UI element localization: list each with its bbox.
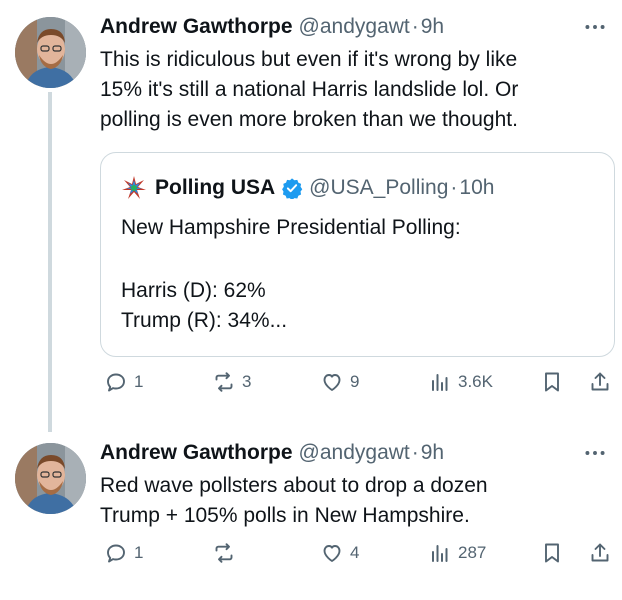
like-button[interactable]: 9 <box>320 370 359 394</box>
tweet-text: Red wave pollsters about to drop a dozen… <box>100 471 610 531</box>
separator-dot: · <box>411 441 419 464</box>
quoted-author-handle[interactable]: @USA_Polling <box>309 175 448 201</box>
tweet-2[interactable]: Andrew Gawthorpe @andygawt·9h Red wave po… <box>0 430 622 600</box>
views-count: 287 <box>458 543 487 562</box>
tweet-text-line: Trump + 105% polls in New Hampshire. <box>100 504 470 527</box>
author-name[interactable]: Andrew Gawthorpe <box>100 441 293 464</box>
author-name[interactable]: Andrew Gawthorpe <box>100 15 293 38</box>
polling-usa-logo-icon <box>122 176 146 199</box>
tweet-text-line: This is ridiculous but even if it's wron… <box>100 48 518 71</box>
bookmark-button[interactable] <box>540 541 564 565</box>
more-dots-icon <box>585 25 605 29</box>
tweet-header: Andrew Gawthorpe @andygawt·9h <box>100 440 574 466</box>
avatar-photo <box>15 17 86 88</box>
reply-button[interactable]: 1 <box>104 370 143 394</box>
views-count: 3.6K <box>458 372 493 391</box>
tweet-actions: 1 3 9 3.6K <box>100 370 615 402</box>
more-dots-icon <box>585 451 605 455</box>
reply-count: 1 <box>134 543 144 562</box>
share-icon <box>591 372 609 391</box>
quoted-author-name[interactable]: Polling USA <box>155 175 275 201</box>
views-button[interactable]: 3.6K <box>428 370 493 394</box>
share-button[interactable] <box>588 370 612 394</box>
views-button[interactable]: 287 <box>428 541 486 565</box>
more-options-button[interactable] <box>582 14 608 40</box>
author-handle[interactable]: @andygawt <box>299 15 410 38</box>
reply-bubble-icon <box>107 373 125 392</box>
avatar-photo <box>15 443 86 514</box>
heart-icon <box>323 374 341 391</box>
repost-button[interactable] <box>212 541 242 565</box>
repost-count: 3 <box>242 372 252 391</box>
quoted-timestamp[interactable]: 10h <box>459 175 494 201</box>
quoted-tweet-header: Polling USA @USA_Polling · 10h <box>121 175 494 201</box>
quoted-text-line: Harris (D): 62% <box>121 279 266 302</box>
tweet-actions: 1 4 287 <box>100 541 615 573</box>
tweet-1[interactable]: Andrew Gawthorpe @andygawt·9h This is rid… <box>0 0 622 430</box>
views-bars-icon <box>432 545 448 562</box>
tweet-header: Andrew Gawthorpe @andygawt·9h <box>100 14 574 40</box>
tweet-text: This is ridiculous but even if it's wron… <box>100 45 610 135</box>
reply-bubble-icon <box>107 544 125 563</box>
bookmark-icon <box>545 372 559 392</box>
repost-arrows-icon <box>215 543 233 563</box>
tweet-text-line: 15% it's still a national Harris landsli… <box>100 78 519 101</box>
more-options-button[interactable] <box>582 440 608 466</box>
reply-button[interactable]: 1 <box>104 541 143 565</box>
verified-badge-icon <box>282 178 303 199</box>
like-count: 9 <box>350 372 360 391</box>
quoted-tweet-text: New Hampshire Presidential Polling: Harr… <box>121 213 461 336</box>
bookmark-icon <box>545 543 559 563</box>
quoted-text-line: New Hampshire Presidential Polling: <box>121 216 461 239</box>
avatar[interactable] <box>15 17 86 88</box>
like-count: 4 <box>350 543 360 562</box>
heart-icon <box>323 545 341 562</box>
reply-count: 1 <box>134 372 144 391</box>
bookmark-button[interactable] <box>540 370 564 394</box>
quoted-tweet-card[interactable]: Polling USA @USA_Polling · 10h New Hampshi… <box>100 152 615 357</box>
share-icon <box>591 543 609 562</box>
share-button[interactable] <box>588 541 612 565</box>
repost-arrows-icon <box>215 372 233 392</box>
quoted-text-line <box>121 243 461 273</box>
author-handle[interactable]: @andygawt <box>299 441 410 464</box>
avatar[interactable] <box>15 443 86 514</box>
repost-button[interactable]: 3 <box>212 370 251 394</box>
separator-dot: · <box>450 176 458 199</box>
timestamp[interactable]: 9h <box>421 441 444 464</box>
tweet-text-line: polling is even more broken than we thou… <box>100 108 518 131</box>
quoted-text-line: Trump (R): 34%... <box>121 309 288 332</box>
tweet-text-line: Red wave pollsters about to drop a dozen <box>100 474 488 497</box>
like-button[interactable]: 4 <box>320 541 359 565</box>
timestamp[interactable]: 9h <box>421 15 444 38</box>
separator-dot: · <box>411 15 419 38</box>
views-bars-icon <box>432 374 448 391</box>
